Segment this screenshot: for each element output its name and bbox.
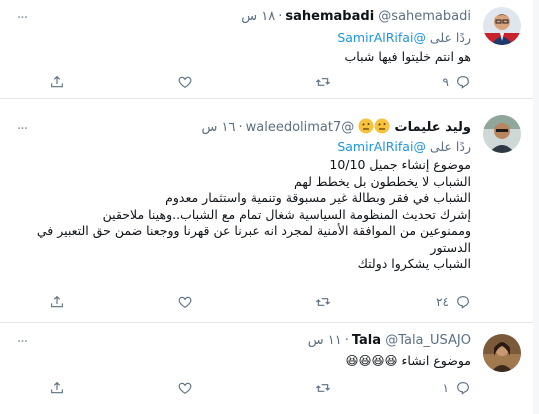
reply-icon: [457, 296, 469, 309]
replying-to-label: ردًا على: [429, 30, 471, 45]
tweet-header: وليد عليمات @waleedolimat7·١٦ س: [201, 118, 471, 140]
tweet-text: موضوع إنشاء جميل 10/10 الشباب لا يخططون …: [36, 157, 471, 271]
avatar[interactable]: [483, 7, 521, 45]
tweet-header: sahemabadi @sahemabadi ·١٨ س: [241, 8, 471, 26]
timestamp[interactable]: ١١ س: [308, 333, 342, 348]
more-icon[interactable]: ···: [12, 333, 32, 351]
display-name[interactable]: وليد عليمات: [395, 120, 471, 135]
user-handle[interactable]: @waleedolimat7: [246, 120, 355, 135]
avatar[interactable]: [483, 334, 521, 372]
reply-context: ردًا على @SamirAlRifai: [337, 29, 471, 47]
thinking-face-emoji: [374, 118, 390, 140]
reply-button[interactable]: ٢٤: [436, 292, 471, 312]
tweet-text: موضوع انشاء 😆😆😆😆: [345, 353, 471, 368]
separator-dot: ·: [278, 9, 283, 24]
more-icon[interactable]: ···: [12, 120, 32, 138]
share-button[interactable]: [49, 378, 65, 398]
scrollbar-track[interactable]: [533, 0, 539, 414]
display-name[interactable]: sahemabadi: [285, 9, 374, 24]
timestamp[interactable]: ١٦ س: [201, 120, 235, 135]
tweet-text: هو انتم خليتوا فيها شباب: [344, 49, 471, 64]
like-button[interactable]: [171, 378, 193, 398]
more-icon[interactable]: ···: [12, 9, 32, 27]
like-icon: [178, 382, 192, 395]
separator-dot: ·: [238, 120, 243, 135]
replying-to-label: ردًا على: [429, 139, 471, 154]
like-button[interactable]: [171, 72, 193, 92]
user-handle[interactable]: @sahemabadi: [378, 9, 471, 24]
like-icon: [178, 76, 192, 89]
share-button[interactable]: [49, 292, 65, 312]
tweet[interactable]: Tala @Tala_USAJO ·١١ س ··· موضوع انشاء 😆😆…: [0, 323, 539, 414]
tweet-actions: ٢٤: [51, 292, 471, 312]
tweet-actions: ٩: [51, 72, 471, 92]
tweet-actions: ١: [51, 378, 471, 398]
retweet-button[interactable]: [309, 292, 331, 312]
reply-button[interactable]: ٩: [443, 72, 471, 92]
reply-count: ٩: [442, 75, 449, 89]
separator-dot: ·: [344, 333, 349, 348]
share-icon: [51, 295, 63, 308]
tweet-header: Tala @Tala_USAJO ·١١ س: [308, 332, 471, 350]
reply-count: ١: [442, 381, 449, 395]
share-button[interactable]: [49, 72, 65, 92]
share-icon: [51, 75, 63, 88]
like-button[interactable]: [171, 292, 193, 312]
like-icon: [178, 296, 192, 309]
reply-count: ٢٤: [436, 295, 449, 309]
retweet-button[interactable]: [309, 378, 331, 398]
reply-icon: [457, 382, 469, 395]
mention-link[interactable]: @SamirAlRifai: [337, 30, 426, 45]
display-name[interactable]: Tala: [352, 333, 381, 348]
retweet-icon: [315, 78, 331, 86]
retweet-icon: [315, 384, 331, 392]
mention-link[interactable]: @SamirAlRifai: [337, 139, 426, 154]
avatar[interactable]: [483, 115, 521, 153]
user-handle[interactable]: @Tala_USAJO: [385, 333, 471, 348]
tweet[interactable]: وليد عليمات @waleedolimat7·١٦ س ··· ردًا…: [0, 99, 539, 323]
reply-icon: [457, 76, 469, 89]
retweet-icon: [315, 298, 331, 306]
timestamp[interactable]: ١٨ س: [241, 9, 275, 24]
share-icon: [51, 381, 63, 394]
reply-context: ردًا على @SamirAlRifai: [337, 138, 471, 156]
reply-button[interactable]: ١: [443, 378, 471, 398]
retweet-button[interactable]: [309, 72, 331, 92]
thinking-face-emoji: [358, 118, 374, 140]
tweet[interactable]: sahemabadi @sahemabadi ·١٨ س ··· ردًا على…: [0, 0, 539, 99]
